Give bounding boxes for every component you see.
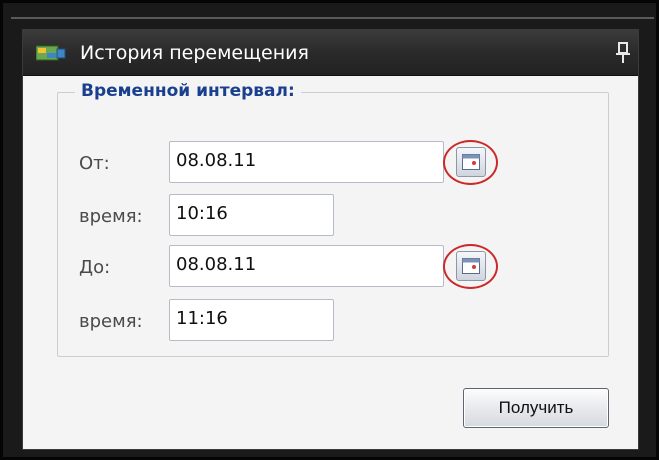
from-time-input[interactable]: 10:16 [169, 194, 334, 236]
window-titlebar[interactable]: История перемещения [23, 30, 638, 76]
map-icon [35, 45, 66, 61]
to-calendar-button[interactable] [456, 251, 486, 281]
pin-icon[interactable] [615, 41, 631, 65]
from-time-label: время: [79, 206, 143, 227]
to-time-label: время: [79, 311, 143, 332]
from-label: От: [79, 153, 110, 174]
to-date-input[interactable]: 08.08.11 [169, 245, 444, 287]
calendar-icon [462, 258, 480, 274]
time-interval-legend: Временной интервал: [75, 79, 301, 103]
from-calendar-button[interactable] [456, 147, 486, 177]
calendar-icon [462, 154, 480, 170]
get-button[interactable]: Получить [463, 388, 609, 428]
to-time-input[interactable]: 11:16 [169, 299, 334, 341]
frame-divider [11, 17, 654, 19]
to-label: До: [79, 257, 111, 278]
from-date-input[interactable]: 08.08.11 [169, 141, 444, 183]
window-title: История перемещения [80, 42, 309, 64]
history-window: История перемещения Временной интервал: … [22, 29, 639, 450]
